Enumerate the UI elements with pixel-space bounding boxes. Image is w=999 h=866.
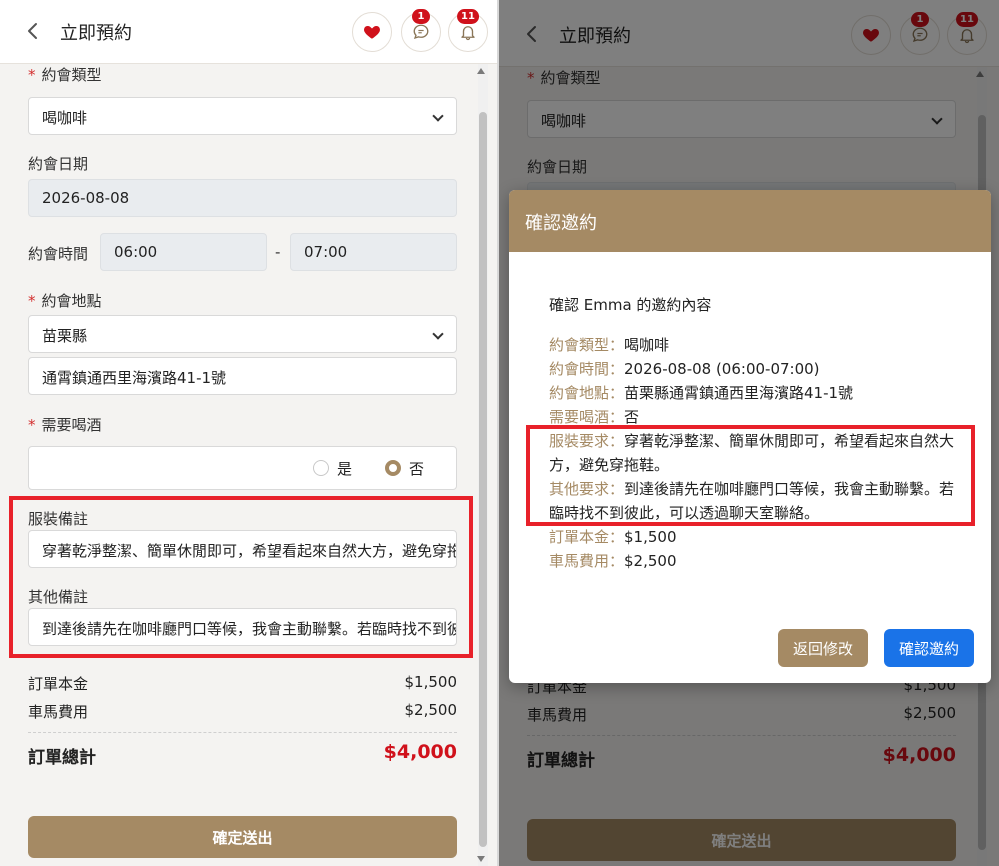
total-amount: $4,000 xyxy=(383,741,457,763)
scroll-thumb[interactable] xyxy=(479,112,487,847)
confirm-invite-dialog: 確認邀約 確認 Emma 的邀約內容 約會類型：喝咖啡 約會時間：2026-08… xyxy=(509,190,991,683)
time-separator: - xyxy=(275,243,281,261)
notification-badge: 11 xyxy=(457,9,479,24)
city-select[interactable]: 苗栗縣 xyxy=(28,315,457,353)
detail-row: 約會類型：喝咖啡 xyxy=(549,336,670,354)
highlight-box xyxy=(9,496,473,658)
booking-form-panel: * 約會類型 喝咖啡 約會日期 2026-08-08 約會時間 06:00 - 0… xyxy=(0,0,500,866)
detail-row: 車馬費用：$2,500 xyxy=(549,552,677,570)
scroll-up-arrow[interactable] xyxy=(477,68,485,74)
highlight-box xyxy=(526,425,975,526)
address-input[interactable]: 通霄鎮通西里海濱路41-1號 xyxy=(28,357,457,395)
drinking-yes-label: 是 xyxy=(337,460,353,478)
dialog-header: 確認邀約 xyxy=(509,190,991,252)
date-place-label: * 約會地點 xyxy=(28,292,102,310)
bell-icon xyxy=(461,26,475,41)
chevron-down-icon xyxy=(432,110,444,122)
confirm-invite-button[interactable]: 確認邀約 xyxy=(884,629,974,667)
scroll-down-arrow[interactable] xyxy=(477,856,485,862)
end-time-input[interactable]: 07:00 xyxy=(290,233,457,271)
total-divider xyxy=(28,732,457,733)
travel-fee-row: 車馬費用 $2,500 xyxy=(28,701,457,721)
chevron-down-icon xyxy=(432,328,444,340)
messages-button[interactable]: 1 xyxy=(401,9,441,52)
message-badge: 1 xyxy=(412,9,430,24)
dialog-title: 確認邀約 xyxy=(525,213,597,234)
top-header: 立即預約 1 11 xyxy=(0,0,500,64)
drinking-label: * 需要喝酒 xyxy=(28,416,102,434)
favorite-button[interactable] xyxy=(352,12,392,52)
total-label: 訂單總計 xyxy=(28,748,96,768)
date-type-select[interactable]: 喝咖啡 xyxy=(28,97,457,135)
back-to-edit-button[interactable]: 返回修改 xyxy=(778,629,868,667)
date-type-label: *約會類型 xyxy=(28,66,102,84)
detail-row: 訂單本金：$1,500 xyxy=(549,528,677,546)
base-price-row: 訂單本金 $1,500 xyxy=(28,673,457,693)
date-date-input[interactable]: 2026-08-08 xyxy=(28,179,457,217)
submit-button[interactable]: 確定送出 xyxy=(28,816,457,858)
back-arrow-icon[interactable] xyxy=(22,20,44,42)
drinking-no-radio[interactable] xyxy=(385,460,401,476)
date-type-value: 喝咖啡 xyxy=(42,109,88,127)
start-time-input[interactable]: 06:00 xyxy=(100,233,267,271)
drinking-radio-group: 是 否 xyxy=(28,446,457,490)
page-title: 立即預約 xyxy=(60,23,132,44)
detail-row: 約會時間：2026-08-08 (06:00-07:00) xyxy=(549,360,820,378)
detail-row: 約會地點：苗栗縣通霄鎮通西里海濱路41-1號 xyxy=(549,384,854,402)
heart-icon xyxy=(364,26,380,39)
date-time-label: 約會時間 xyxy=(28,245,89,263)
notifications-button[interactable]: 11 xyxy=(448,9,488,52)
confirm-dialog-panel: *約會類型 喝咖啡 約會日期 2026-08-08 訂單本金 $1,500 車馬… xyxy=(499,0,999,866)
dialog-intro: 確認 Emma 的邀約內容 xyxy=(549,296,712,314)
chat-bubble-icon xyxy=(413,24,429,40)
drinking-no-label: 否 xyxy=(409,460,425,478)
date-date-label: 約會日期 xyxy=(28,155,89,173)
drinking-yes-radio[interactable] xyxy=(313,460,329,476)
